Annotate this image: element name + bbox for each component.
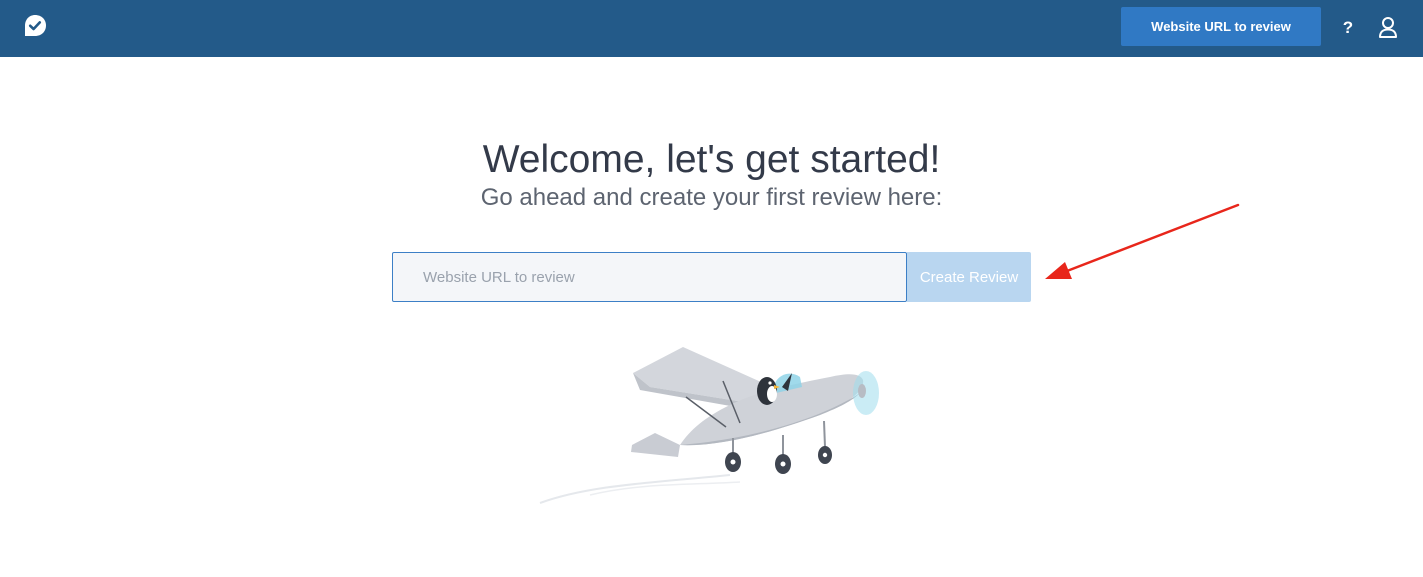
wheel-hub xyxy=(730,459,736,465)
propeller-hub xyxy=(858,384,866,398)
create-review-button[interactable]: Create Review xyxy=(907,252,1031,302)
checkmark-bubble-icon[interactable] xyxy=(22,13,48,39)
wheel-hub xyxy=(822,452,828,458)
rear-wing xyxy=(631,433,680,457)
wheel-hub xyxy=(780,461,786,467)
website-url-input[interactable] xyxy=(392,252,907,302)
top-navbar: Website URL to review ? xyxy=(0,0,1423,57)
user-icon[interactable] xyxy=(1377,15,1399,41)
help-icon[interactable]: ? xyxy=(1338,16,1358,40)
penguin-eye xyxy=(768,381,772,385)
page-title: Welcome, let's get started! xyxy=(482,138,941,181)
red-arrow-annotation xyxy=(1045,203,1240,279)
website-url-review-button[interactable]: Website URL to review xyxy=(1121,7,1321,46)
motion-trail xyxy=(539,474,731,504)
gear-strut xyxy=(823,420,826,448)
propeller xyxy=(853,371,879,415)
motion-trail xyxy=(589,481,741,496)
airplane-penguin-illustration xyxy=(539,347,879,504)
